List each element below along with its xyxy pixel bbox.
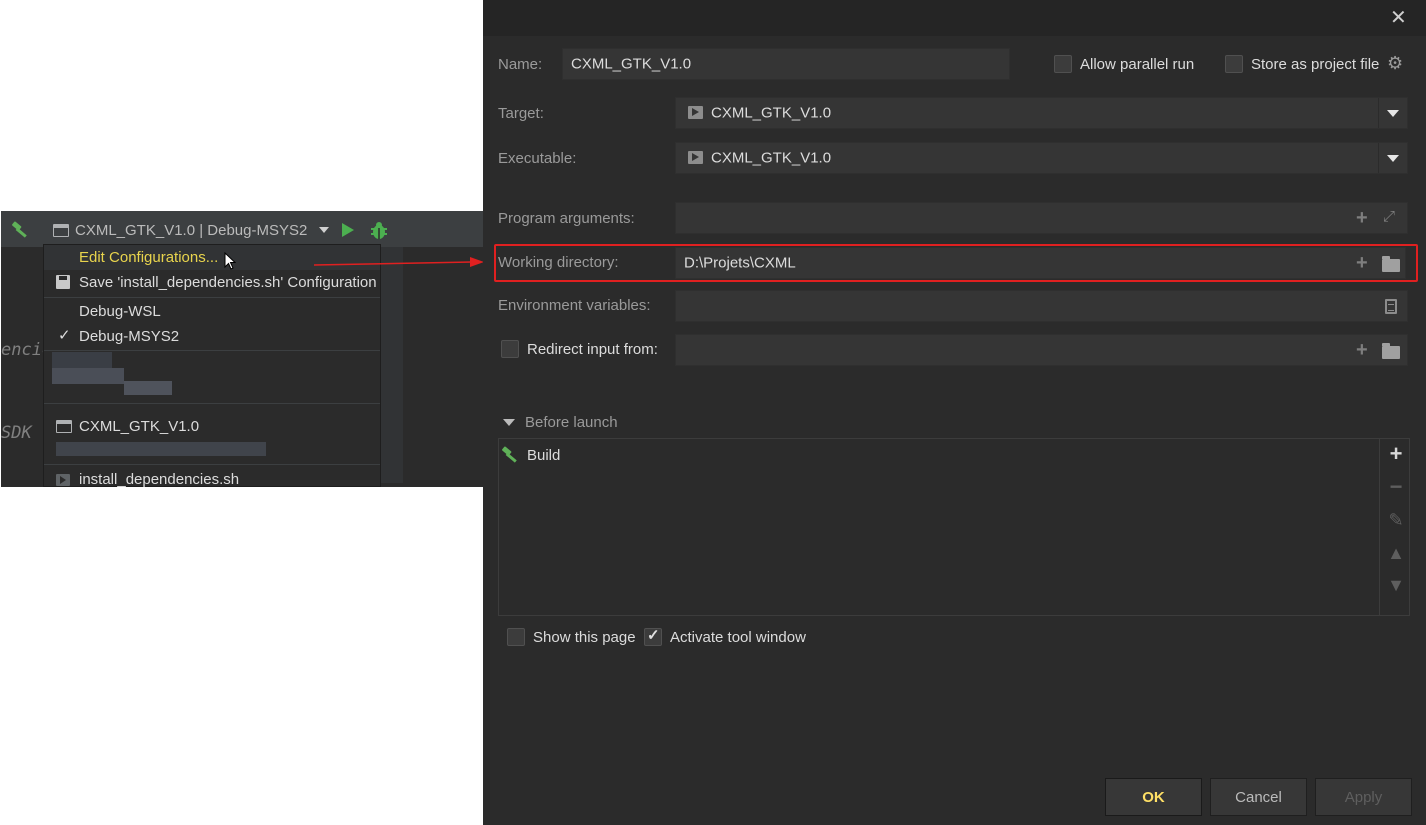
- cancel-button[interactable]: Cancel: [1210, 778, 1307, 816]
- activate-tool-window-label: Activate tool window: [670, 629, 806, 646]
- menu-item-install-dependencies[interactable]: install_dependencies.sh: [44, 467, 380, 487]
- menu-item-label: Debug-MSYS2: [79, 328, 180, 345]
- folder-open-icon[interactable]: [1382, 343, 1400, 359]
- program-arguments-label: Program arguments:: [498, 210, 635, 227]
- build-hammer-icon: [502, 446, 517, 463]
- working-directory-value: D:\Projets\CXML: [684, 254, 796, 272]
- code-fragment: SDK: [1, 423, 32, 443]
- collapse-triangle-icon[interactable]: [503, 419, 515, 426]
- dropdown-separator: [1378, 98, 1379, 128]
- before-launch-label: Before launch: [525, 414, 618, 431]
- move-up-icon[interactable]: ▲: [1383, 540, 1409, 566]
- redacted-block: [52, 368, 124, 384]
- run-config-selector[interactable]: CXML_GTK_V1.0 | Debug-MSYS2: [53, 219, 330, 241]
- shell-script-icon: [56, 474, 70, 486]
- chevron-down-icon[interactable]: [1387, 110, 1399, 117]
- menu-item-debug-wsl[interactable]: Debug-WSL: [44, 299, 380, 324]
- window-icon: [56, 420, 72, 433]
- add-macro-plus-icon[interactable]: +: [1356, 253, 1368, 273]
- editor-scroll-strip: [381, 247, 403, 483]
- dialog-titlebar: [483, 0, 1426, 36]
- executable-icon: [688, 151, 703, 164]
- edit-pencil-icon[interactable]: ✎: [1383, 507, 1409, 533]
- debug-bug-icon[interactable]: [369, 220, 389, 240]
- add-plus-icon[interactable]: +: [1383, 441, 1409, 467]
- menu-separator: [44, 350, 380, 351]
- menu-item-debug-msys2[interactable]: ✓ Debug-MSYS2: [44, 324, 380, 349]
- executable-select[interactable]: CXML_GTK_V1.0: [675, 142, 1408, 174]
- name-value: CXML_GTK_V1.0: [571, 55, 692, 73]
- allow-parallel-run-label: Allow parallel run: [1080, 56, 1195, 73]
- list-item[interactable]: Build: [501, 445, 560, 465]
- remove-minus-icon[interactable]: −: [1383, 474, 1409, 500]
- redacted-block: [124, 381, 172, 395]
- add-macro-plus-icon[interactable]: +: [1356, 340, 1368, 360]
- working-directory-input[interactable]: D:\Projets\CXML +: [675, 247, 1406, 279]
- menu-item-label: CXML_GTK_V1.0: [79, 418, 200, 435]
- save-icon: [56, 275, 70, 289]
- add-macro-plus-icon[interactable]: +: [1356, 208, 1368, 228]
- target-value: CXML_GTK_V1.0: [711, 104, 832, 122]
- annotation-arrow: [313, 257, 484, 267]
- run-icon[interactable]: [341, 222, 355, 238]
- expand-icon[interactable]: ⤢: [1383, 208, 1395, 225]
- redacted-block: [52, 352, 112, 368]
- window-icon: [53, 223, 69, 237]
- menu-item-save-configuration[interactable]: Save 'install_dependencies.sh' Configura…: [44, 270, 380, 295]
- before-launch-list: Build: [498, 438, 1380, 616]
- menu-item-cxml-gtk[interactable]: CXML_GTK_V1.0: [44, 414, 380, 439]
- document-icon[interactable]: [1385, 299, 1397, 314]
- target-select[interactable]: CXML_GTK_V1.0: [675, 97, 1408, 129]
- target-label: Target:: [498, 105, 544, 122]
- menu-item-label: Edit Configurations...: [79, 249, 219, 266]
- run-configuration-dialog: ✕ Name: CXML_GTK_V1.0 Allow parallel run…: [483, 0, 1426, 825]
- redacted-block: [56, 442, 266, 456]
- show-this-page-label: Show this page: [533, 629, 636, 646]
- executable-value: CXML_GTK_V1.0: [711, 149, 832, 167]
- program-arguments-input[interactable]: + ⤢: [675, 202, 1408, 234]
- list-item-label: Build: [527, 446, 561, 464]
- apply-button[interactable]: Apply: [1315, 778, 1412, 816]
- menu-item-label: install_dependencies.sh: [79, 471, 240, 487]
- name-input[interactable]: CXML_GTK_V1.0: [562, 48, 1010, 80]
- show-this-page-checkbox[interactable]: [507, 628, 525, 646]
- allow-parallel-run-checkbox[interactable]: [1054, 55, 1072, 73]
- ok-button[interactable]: OK: [1105, 778, 1202, 816]
- executable-label: Executable:: [498, 150, 577, 167]
- redirect-input-checkbox[interactable]: [501, 340, 519, 358]
- editor-gutter: [1, 247, 43, 487]
- store-as-project-file-checkbox[interactable]: [1225, 55, 1243, 73]
- build-hammer-icon[interactable]: [11, 221, 29, 239]
- redirect-input-label: Redirect input from:: [527, 341, 658, 358]
- environment-variables-label: Environment variables:: [498, 297, 651, 314]
- working-directory-label: Working directory:: [498, 254, 619, 271]
- environment-variables-input[interactable]: [675, 290, 1408, 322]
- run-config-label: CXML_GTK_V1.0 | Debug-MSYS2: [75, 221, 308, 239]
- chevron-down-icon: [319, 227, 330, 233]
- name-label: Name:: [498, 56, 543, 73]
- menu-item-label: Save 'install_dependencies.sh' Configura…: [79, 274, 377, 291]
- store-as-project-file-label: Store as project file: [1251, 56, 1380, 73]
- move-down-icon[interactable]: ▼: [1383, 572, 1409, 598]
- menu-item-label: Debug-WSL: [79, 303, 161, 320]
- menu-separator: [44, 464, 380, 465]
- redirect-input-field[interactable]: +: [675, 334, 1408, 366]
- check-icon: ✓: [58, 327, 71, 344]
- chevron-down-icon[interactable]: [1387, 155, 1399, 162]
- run-config-menu: Edit Configurations... Save 'install_dep…: [43, 244, 381, 487]
- activate-tool-window-checkbox[interactable]: [644, 626, 662, 646]
- folder-open-icon[interactable]: [1382, 256, 1400, 272]
- mouse-cursor-icon: [224, 252, 236, 270]
- gear-icon[interactable]: ⚙: [1387, 53, 1403, 74]
- menu-separator: [44, 403, 380, 404]
- close-icon[interactable]: ✕: [1390, 8, 1407, 28]
- executable-icon: [688, 106, 703, 119]
- menu-separator: [44, 297, 380, 298]
- dropdown-separator: [1378, 143, 1379, 173]
- ide-snippet: CXML_GTK_V1.0 | Debug-MSYS2 encie SDK Ed…: [1, 211, 483, 487]
